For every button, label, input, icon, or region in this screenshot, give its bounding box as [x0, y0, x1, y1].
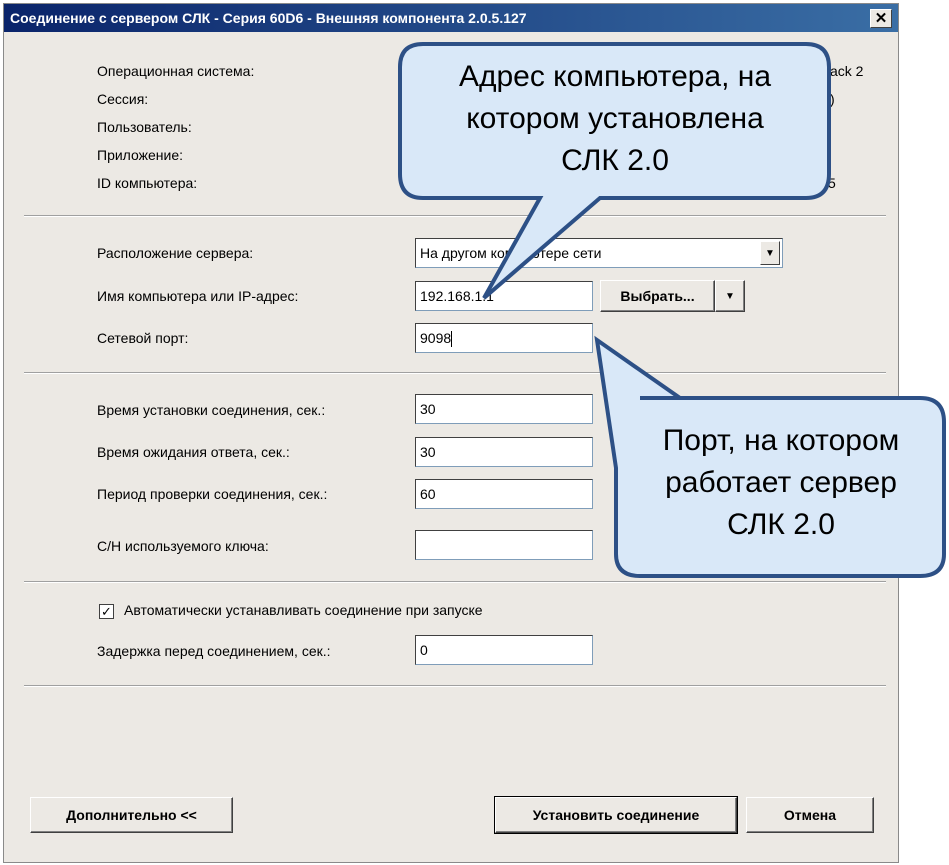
- port-callout-line: Порт, на котором: [662, 424, 900, 457]
- port-callout-text: Порт, на котором работает сервер СЛК 2.0: [622, 420, 940, 546]
- address-callout-line: котором установлена: [466, 102, 764, 135]
- address-callout-text: Адрес компьютера, на котором установлена…: [410, 56, 820, 182]
- address-callout-line: СЛК 2.0: [561, 144, 669, 177]
- port-callout-line: СЛК 2.0: [727, 508, 835, 541]
- address-callout-line: Адрес компьютера, на: [458, 60, 772, 93]
- port-callout-line: работает сервер: [665, 466, 897, 499]
